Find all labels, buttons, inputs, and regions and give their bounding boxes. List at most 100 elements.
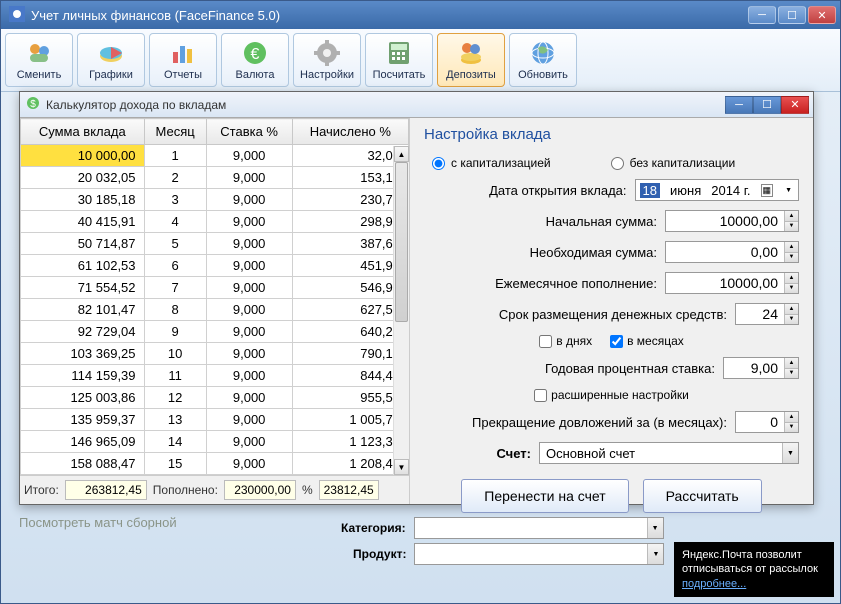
calculate-button[interactable]: Рассчитать [643, 479, 762, 513]
table-row[interactable]: 158 088,47159,0001 208,40 [21, 453, 409, 475]
toolbar-globe-button[interactable]: Обновить [509, 33, 577, 87]
date-year[interactable]: 2014 г. [711, 183, 750, 198]
required-sum-input[interactable]: ▲▼ [665, 241, 799, 263]
table-row[interactable]: 103 369,25109,000790,14 [21, 343, 409, 365]
main-minimize-button[interactable]: ─ [748, 6, 776, 24]
table-header[interactable]: Ставка % [206, 119, 292, 145]
required-sum-field[interactable] [666, 242, 784, 262]
spin-down[interactable]: ▼ [784, 222, 798, 232]
table-cell: 20 032,05 [21, 167, 145, 189]
table-row[interactable]: 10 000,0019,00032,05 [21, 145, 409, 167]
toolbar-bars-button[interactable]: Отчеты [149, 33, 217, 87]
chevron-down-icon[interactable]: ▼ [647, 544, 663, 564]
main-maximize-button[interactable]: ☐ [778, 6, 806, 24]
table-row[interactable]: 20 032,0529,000153,12 [21, 167, 409, 189]
toolbar-users-button[interactable]: Сменить [5, 33, 73, 87]
scroll-track[interactable] [394, 162, 409, 459]
toolbar-charts-button[interactable]: Графики [77, 33, 145, 87]
spin-up[interactable]: ▲ [784, 242, 798, 253]
check-months-input[interactable] [610, 335, 623, 348]
toast-more-link[interactable]: подробнее... [682, 578, 746, 590]
radio-nocap-input[interactable] [611, 157, 624, 170]
table-row[interactable]: 82 101,4789,000627,57 [21, 299, 409, 321]
toolbar-deposit-button[interactable]: Депозиты [437, 33, 505, 87]
initial-sum-field[interactable] [666, 211, 784, 231]
account-combo[interactable]: Основной счет ▼ [539, 442, 799, 464]
initial-sum-input[interactable]: ▲▼ [665, 210, 799, 232]
table-cell: 387,66 [292, 233, 408, 255]
radio-no-capitalization[interactable]: без капитализации [611, 156, 736, 170]
chevron-down-icon[interactable]: ▼ [647, 518, 663, 538]
calc-close-button[interactable]: ✕ [781, 96, 809, 114]
radio-capitalization[interactable]: с капитализацией [432, 156, 551, 170]
vertical-scrollbar[interactable]: ▲ ▼ [393, 146, 409, 475]
table-row[interactable]: 40 415,9149,000298,97 [21, 211, 409, 233]
table-header[interactable]: Начислено % [292, 119, 408, 145]
stop-input[interactable]: ▲▼ [735, 411, 799, 433]
check-months[interactable]: в месяцах [610, 334, 684, 348]
spin-down[interactable]: ▼ [784, 315, 798, 325]
table-cell: 6 [144, 255, 206, 277]
scroll-up-button[interactable]: ▲ [394, 146, 409, 162]
table-cell: 61 102,53 [21, 255, 145, 277]
toolbar: СменитьГрафикиОтчеты€ВалютаНастройкиПосч… [1, 29, 840, 92]
table-row[interactable]: 71 554,5279,000546,95 [21, 277, 409, 299]
stop-field[interactable] [736, 412, 784, 432]
spin-down[interactable]: ▼ [784, 369, 798, 379]
spin-up[interactable]: ▲ [784, 273, 798, 284]
spin-up[interactable]: ▲ [784, 358, 798, 369]
spin-down[interactable]: ▼ [784, 253, 798, 263]
term-field[interactable] [736, 304, 784, 324]
category-combo[interactable]: ▼ [414, 517, 664, 539]
table-row[interactable]: 146 965,09149,0001 123,38 [21, 431, 409, 453]
date-picker[interactable]: 18 июня 2014 г. ▦ ▼ [635, 179, 799, 201]
table-row[interactable]: 61 102,5369,000451,99 [21, 255, 409, 277]
calc-minimize-button[interactable]: ─ [725, 96, 753, 114]
account-value: Основной счет [540, 446, 782, 461]
scroll-down-button[interactable]: ▼ [394, 459, 409, 475]
spin-down[interactable]: ▼ [784, 423, 798, 433]
main-close-button[interactable]: ✕ [808, 6, 836, 24]
check-days[interactable]: в днях [539, 334, 592, 348]
calendar-icon[interactable]: ▦ [761, 184, 774, 197]
table-cell: 9,000 [206, 233, 292, 255]
stop-label: Прекращение довложений за (в месяцах): [424, 415, 727, 430]
table-row[interactable]: 125 003,86129,000955,51 [21, 387, 409, 409]
term-input[interactable]: ▲▼ [735, 303, 799, 325]
table-header[interactable]: Месяц [144, 119, 206, 145]
table-row[interactable]: 135 959,37139,0001 005,73 [21, 409, 409, 431]
chevron-down-icon[interactable]: ▼ [782, 443, 798, 463]
monthly-input[interactable]: ▲▼ [665, 272, 799, 294]
notification-toast[interactable]: Яндекс.Почта позволит отписываться от ра… [674, 542, 834, 597]
toolbar-calc-button[interactable]: Посчитать [365, 33, 433, 87]
scroll-thumb[interactable] [395, 162, 408, 322]
spin-down[interactable]: ▼ [784, 284, 798, 294]
toolbar-euro-button[interactable]: €Валюта [221, 33, 289, 87]
table-row[interactable]: 114 159,39119,000844,47 [21, 365, 409, 387]
table-cell: 955,51 [292, 387, 408, 409]
transfer-button[interactable]: Перенести на счет [461, 479, 628, 513]
rate-field[interactable] [724, 358, 784, 378]
calc-titlebar: $ Калькулятор дохода по вкладам ─ ☐ ✕ [20, 92, 813, 118]
check-advanced-input[interactable] [534, 389, 547, 402]
chevron-down-icon[interactable]: ▼ [783, 187, 794, 194]
table-row[interactable]: 92 729,0499,000640,21 [21, 321, 409, 343]
table-cell: 11 [144, 365, 206, 387]
check-advanced[interactable]: расширенные настройки [534, 388, 689, 402]
product-combo[interactable]: ▼ [414, 543, 664, 565]
toolbar-gear-button[interactable]: Настройки [293, 33, 361, 87]
spin-up[interactable]: ▲ [784, 412, 798, 423]
spin-up[interactable]: ▲ [784, 304, 798, 315]
radio-cap-input[interactable] [432, 157, 445, 170]
table-header[interactable]: Сумма вклада [21, 119, 145, 145]
table-row[interactable]: 30 185,1839,000230,73 [21, 189, 409, 211]
calc-maximize-button[interactable]: ☐ [753, 96, 781, 114]
monthly-field[interactable] [666, 273, 784, 293]
table-row[interactable]: 50 714,8759,000387,66 [21, 233, 409, 255]
rate-input[interactable]: ▲▼ [723, 357, 799, 379]
spin-up[interactable]: ▲ [784, 211, 798, 222]
filled-label: Пополнено: [153, 483, 218, 497]
date-day[interactable]: 18 [640, 183, 660, 198]
date-month[interactable]: июня [670, 183, 701, 198]
check-days-input[interactable] [539, 335, 552, 348]
